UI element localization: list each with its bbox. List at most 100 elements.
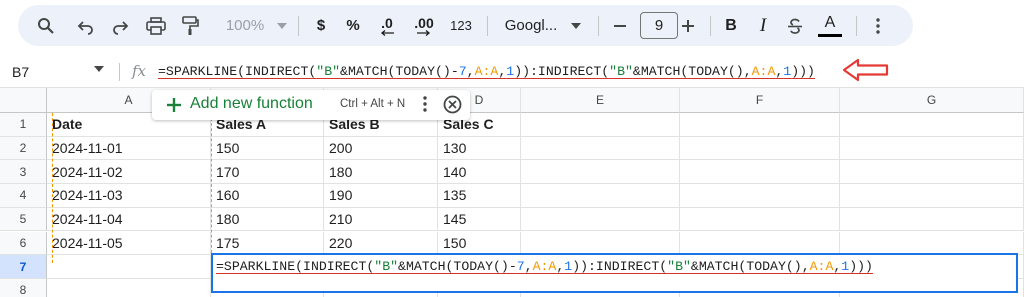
increase-decimal-label: .00 [414,14,434,31]
toolbar-divider [487,16,488,36]
plus-icon[interactable] [676,5,700,46]
more-vert-icon[interactable] [868,5,888,46]
formula-token: 7 [458,64,467,79]
currency-button[interactable]: $ [308,5,334,46]
add-new-function-button[interactable]: Add new function [190,95,313,113]
row-header-8[interactable]: 8 [0,278,47,297]
row-header-4[interactable]: 4 [0,184,47,208]
percent-button[interactable]: % [340,5,366,46]
print-icon[interactable] [142,5,170,46]
number-format-button[interactable]: 123 [446,5,476,46]
redo-icon[interactable] [106,5,134,46]
table-cell[interactable]: 220 [324,231,438,256]
search-icon[interactable] [32,5,60,46]
row-header-5[interactable]: 5 [0,207,47,232]
editor-formula-token: &MATCH(TODAY(), [690,259,810,274]
toolbar-divider [298,16,299,36]
minus-icon[interactable] [608,5,632,46]
strikethrough-icon[interactable] [782,5,808,46]
table-cell[interactable]: 200 [324,136,438,161]
table-cell[interactable] [521,207,680,232]
increase-decimal-button[interactable]: .00 [406,5,442,46]
more-vert-icon[interactable] [423,96,427,112]
table-cell[interactable]: 2024-11-02 [47,160,211,185]
table-cell[interactable]: 2024-11-03 [47,184,211,208]
table-cell[interactable] [521,231,680,256]
arrow-left-icon [380,29,394,36]
editor-formula-token: ))) [849,259,873,274]
name-box-caret-icon[interactable] [94,66,104,72]
toolbar-divider [598,16,599,36]
column-header-f[interactable]: F [680,88,840,113]
text-color-label: A [824,13,836,31]
table-cell[interactable] [47,278,211,297]
formula-token: )):INDIRECT( [514,64,610,79]
table-cell[interactable] [840,207,1024,232]
table-cell[interactable]: 170 [211,160,324,185]
formula-token: "B" [316,64,341,79]
row-header-1[interactable]: 1 [0,113,47,137]
table-cell[interactable] [840,113,1024,137]
table-cell[interactable] [47,255,211,279]
font-size-value: 9 [640,12,678,39]
table-cell[interactable] [680,184,840,208]
zoom-caret-icon[interactable] [274,5,290,46]
bold-button[interactable]: B [718,5,744,46]
table-cell[interactable] [840,136,1024,161]
table-cell[interactable]: 145 [438,207,521,232]
font-caret-icon[interactable] [568,5,584,46]
italic-button[interactable]: I [750,5,776,46]
paint-format-icon[interactable] [176,5,204,46]
table-cell[interactable] [840,231,1024,256]
table-cell[interactable]: 2024-11-01 [47,136,211,161]
undo-icon[interactable] [72,5,100,46]
table-cell[interactable]: 150 [438,231,521,256]
editor-formula-token: , [524,259,533,274]
table-cell[interactable]: 190 [324,184,438,208]
table-cell[interactable]: 160 [211,184,324,208]
table-cell[interactable]: 135 [438,184,521,208]
select-all-corner[interactable] [0,88,47,113]
table-cell[interactable]: 140 [438,160,521,185]
row-header-2[interactable]: 2 [0,136,47,161]
range-highlight-border [211,113,212,263]
row-header-7[interactable]: 7 [0,255,47,279]
table-cell[interactable] [521,160,680,185]
table-cell[interactable]: 210 [324,207,438,232]
table-cell[interactable] [680,207,840,232]
table-cell[interactable]: 2024-11-05 [47,231,211,256]
table-cell[interactable]: 175 [211,231,324,256]
table-cell[interactable]: 180 [324,160,438,185]
row-header-6[interactable]: 6 [0,231,47,256]
cell-editor-formula: =SPARKLINE(INDIRECT("B"&MATCH(TODAY()-7,… [216,259,873,274]
row-header-3[interactable]: 3 [0,160,47,185]
table-cell[interactable]: 2024-11-04 [47,207,211,232]
table-cell[interactable]: 150 [211,136,324,161]
plus-icon[interactable] [164,95,184,115]
cell-editor-b7[interactable]: =SPARKLINE(INDIRECT("B"&MATCH(TODAY()-7,… [211,253,1018,293]
column-header-g[interactable]: G [840,88,1024,113]
name-box[interactable]: B7 [12,56,112,88]
editor-formula-token: A:A [809,259,834,274]
bold-label: B [725,16,737,34]
table-cell[interactable] [680,160,840,185]
table-cell[interactable] [840,184,1024,208]
close-icon[interactable] [443,95,462,114]
font-select[interactable]: Googl... [496,5,566,46]
table-cell[interactable] [840,160,1024,185]
table-cell[interactable] [521,136,680,161]
zoom-select[interactable]: 100% [215,5,275,46]
table-cell[interactable] [521,184,680,208]
table-cell[interactable]: 130 [438,136,521,161]
formula-input[interactable]: =SPARKLINE(INDIRECT("B"&MATCH(TODAY()-7,… [158,64,815,79]
table-cell[interactable] [521,113,680,137]
table-cell[interactable] [680,231,840,256]
formula-token: &MATCH(TODAY(), [632,64,752,79]
column-header-e[interactable]: E [521,88,680,113]
table-cell[interactable] [680,136,840,161]
font-size-field[interactable]: 9 [639,5,679,46]
decrease-decimal-button[interactable]: .0 [372,5,402,46]
table-cell[interactable] [680,113,840,137]
table-cell[interactable]: 180 [211,207,324,232]
text-color-button[interactable]: A [816,5,844,46]
